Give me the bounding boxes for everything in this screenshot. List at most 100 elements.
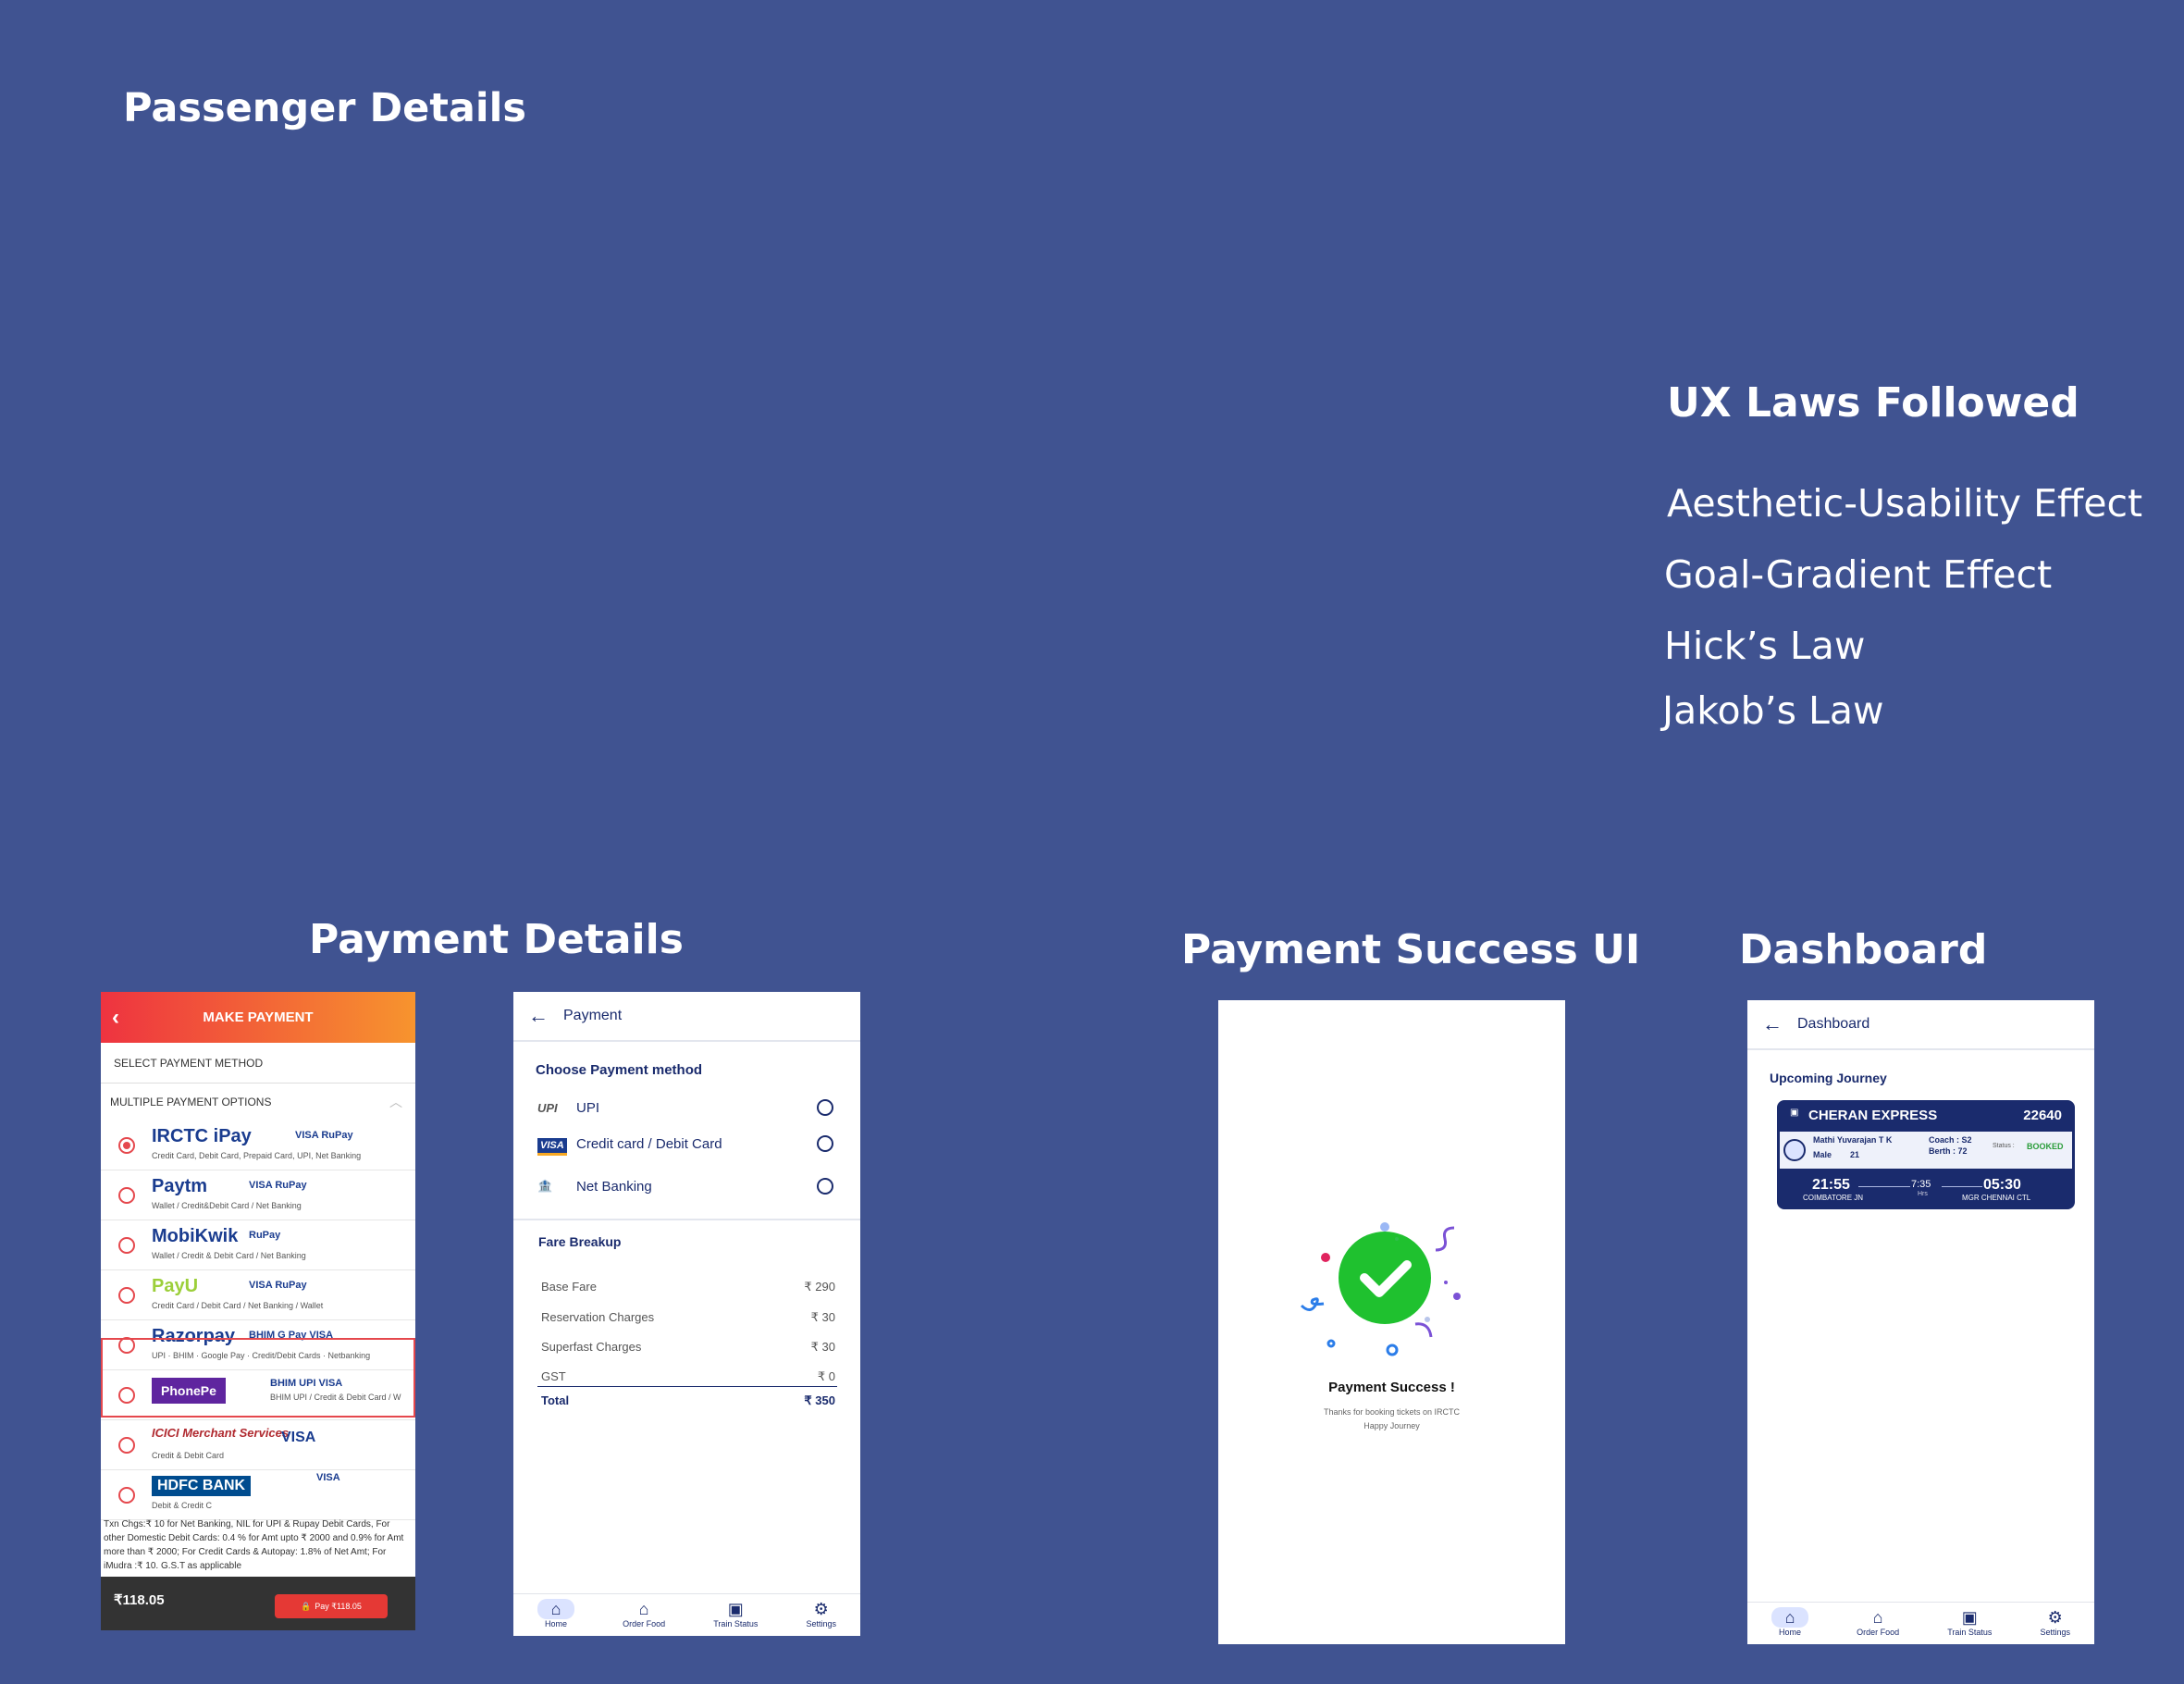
confetti [1444,1281,1448,1284]
train-icon: ▣ [727,1600,744,1618]
berth: Berth : 72 [1929,1146,1968,1156]
net-banking-icon: 🏦 [537,1179,553,1193]
confetti [1435,1226,1455,1252]
nav-train-status[interactable]: ▣ Train Status [1947,1607,1992,1637]
payment-option[interactable]: IRCTC iPay Credit Card, Debit Card, Prepa… [101,1121,415,1170]
chevron-up-icon[interactable]: ︿ [389,1093,402,1111]
passenger-strip: Mathi Yuvarajan T K Male 21 Coach : S2 B… [1780,1132,2072,1169]
nav-order-food[interactable]: ⌂ Order Food [1857,1607,1899,1637]
accepted-cards: BHIM UPI VISA [270,1378,343,1389]
payment-option[interactable]: Paytm Wallet / Credit&Debit Card / Net Ba… [101,1170,415,1220]
radio-button[interactable] [118,1237,135,1254]
dashboard-heading: Dashboard [1739,926,1988,973]
radio-button[interactable] [118,1387,135,1404]
fare-value: ₹ 0 [817,1369,835,1383]
coach: Coach : S2 [1929,1135,1972,1145]
payment-option[interactable]: MobiKwik Wallet / Credit & Debit Card / N… [101,1220,415,1270]
payment-option[interactable]: HDFC BANK Debit & Credit C VISA [101,1470,415,1520]
departure-station: COIMBATORE JN [1803,1194,1864,1202]
fare-value: ₹ 30 [810,1310,835,1324]
train-icon: ▣ [1790,1108,1799,1118]
radio-button[interactable] [817,1178,833,1195]
payment-option[interactable]: PhonePe BHIM UPI / Credit & Debit Card / … [101,1370,415,1420]
success-circle [1339,1232,1431,1324]
success-title: Payment Success ! [1328,1380,1455,1395]
visa-icon: VISA [537,1137,576,1156]
food-icon: ⌂ [1872,1608,1883,1627]
payment-option[interactable]: ICICI Merchant Services Credit & Debit Ca… [101,1420,415,1470]
method-label: Net Banking [576,1178,652,1195]
accepted-cards: VISA RuPay [249,1280,307,1291]
payment-options-list: IRCTC iPay Credit Card, Debit Card, Prepa… [101,1121,415,1520]
confetti [1326,1339,1336,1348]
payment-method-upi[interactable]: UPI UPI [537,1094,833,1121]
nav-train-status[interactable]: ▣ Train Status [713,1599,758,1628]
back-icon[interactable]: ‹ [112,1005,119,1031]
fare-row: GST ₹ 0 [541,1369,835,1384]
radio-button[interactable] [118,1437,135,1454]
food-icon: ⌂ [638,1600,649,1618]
option-brand: Paytm [152,1176,208,1196]
route-line [1942,1186,1982,1187]
top-bar: ← Dashboard [1747,1000,2094,1050]
ux-law-item: Goal-Gradient Effect [1664,552,2053,597]
nav-label: Settings [806,1619,836,1628]
back-arrow-icon[interactable]: ← [528,1004,549,1028]
multiple-payment-options[interactable]: MULTIPLE PAYMENT OPTIONS ︿ [101,1083,415,1121]
upi-icon: UPI [537,1100,558,1115]
radio-button[interactable] [817,1135,833,1152]
fare-breakup-title: Fare Breakup [538,1234,622,1249]
arrival-time: 05:30 [1983,1177,2021,1193]
dashboard-screen: ← Dashboard Upcoming Journey ▣ CHERAN EX… [1747,1000,2094,1644]
divider [513,1219,860,1220]
nav-home[interactable]: ⌂ Home [537,1599,575,1628]
total-value: ₹ 350 [804,1393,835,1407]
total-amount: ₹118.05 [114,1592,165,1608]
confetti [1321,1253,1330,1262]
fare-row: Reservation Charges ₹ 30 [541,1310,835,1325]
fare-label: GST [541,1369,566,1383]
journey-ticket-card[interactable]: ▣ CHERAN EXPRESS 22640 Mathi Yuvarajan T… [1777,1100,2075,1209]
nav-label: Train Status [1947,1628,1993,1637]
radio-button[interactable] [118,1187,135,1204]
ux-law-item: Aesthetic-Usability Effect [1667,481,2143,526]
train-icon: ▣ [1961,1608,1978,1627]
confetti [1453,1293,1461,1300]
option-subtitle: Wallet / Credit & Debit Card / Net Banki… [152,1251,306,1260]
header-title: MAKE PAYMENT [203,1009,314,1025]
fare-value: ₹ 30 [810,1340,835,1354]
accepted-cards: VISA [316,1472,340,1483]
success-illustration [1300,1222,1461,1356]
payment-method-card[interactable]: VISA Credit card / Debit Card [537,1130,833,1158]
gear-icon: ⚙ [813,1600,829,1618]
nav-home[interactable]: ⌂ Home [1771,1607,1809,1637]
section-label: MULTIPLE PAYMENT OPTIONS [110,1096,272,1108]
radio-button[interactable] [118,1287,135,1304]
payment-footer: ₹118.05 🔒 Pay ₹118.05 [101,1577,415,1630]
route-line [1858,1186,1910,1187]
radio-button[interactable] [118,1487,135,1504]
pay-button[interactable]: 🔒 Pay ₹118.05 [275,1594,388,1618]
payment-option[interactable]: Razorpay UPI · BHIM · Google Pay · Credit… [101,1320,415,1370]
status-badge: BOOKED [2027,1142,2064,1151]
payment-method-netbanking[interactable]: 🏦 Net Banking [537,1172,833,1200]
gear-icon: ⚙ [2047,1608,2063,1627]
radio-button[interactable] [118,1337,135,1354]
radio-button[interactable] [118,1137,135,1154]
accepted-cards: RuPay [249,1230,281,1241]
nav-label: Home [545,1619,568,1628]
nav-settings[interactable]: ⚙ Settings [806,1599,836,1628]
radio-button[interactable] [817,1099,833,1116]
passenger-name: Mathi Yuvarajan T K [1813,1135,1893,1145]
back-arrow-icon[interactable]: ← [1762,1012,1783,1036]
method-label: Credit card / Debit Card [576,1135,722,1152]
status-label: Status : [1993,1143,2015,1149]
nav-settings[interactable]: ⚙ Settings [2040,1607,2070,1637]
ux-law-item: Hick’s Law [1664,624,1866,668]
payment-success-heading: Payment Success UI [1181,926,1641,973]
payment-details-heading: Payment Details [309,916,684,963]
payment-option[interactable]: PayU Credit Card / Debit Card / Net Banki… [101,1270,415,1320]
payment-screen: ← Payment Choose Payment method UPI UPI … [513,992,860,1636]
nav-order-food[interactable]: ⌂ Order Food [623,1599,665,1628]
visa-text: VISA [537,1137,567,1156]
